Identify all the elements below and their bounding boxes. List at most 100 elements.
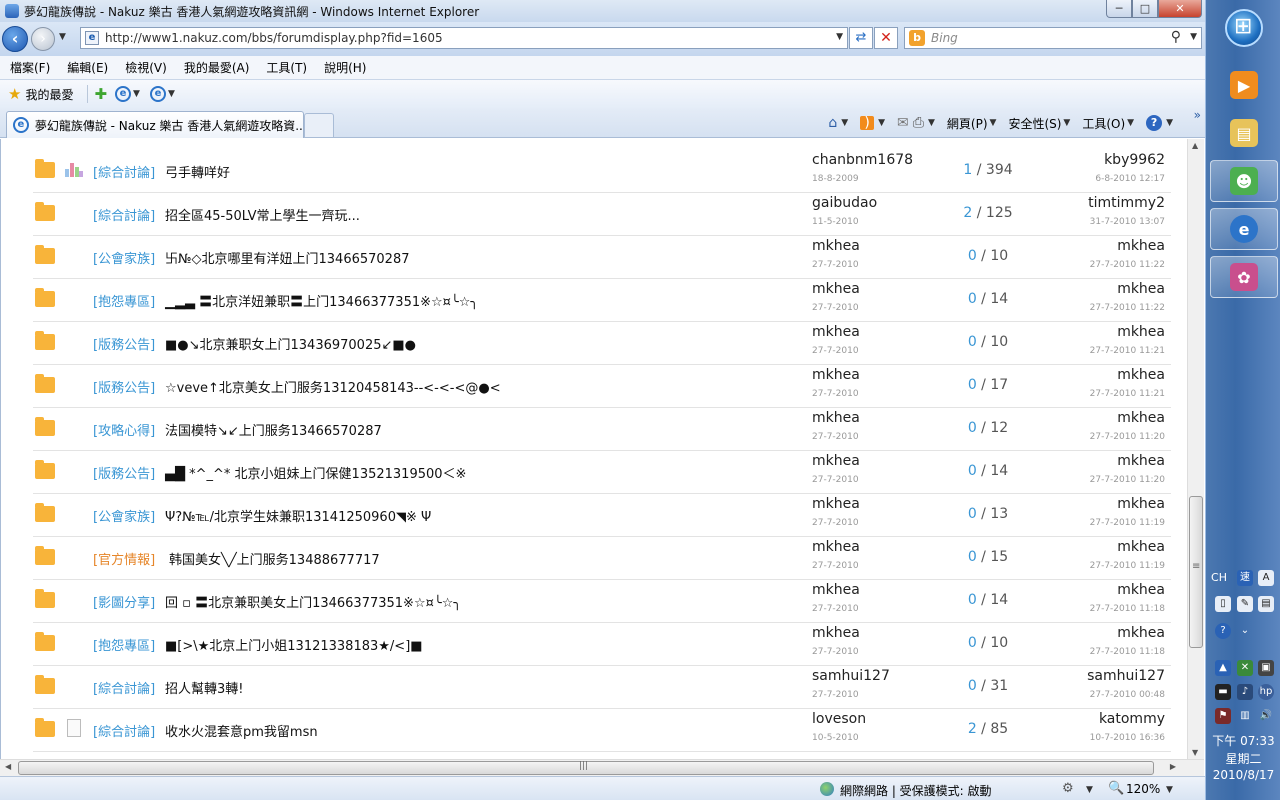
last-post-user-link[interactable]: mkhea xyxy=(1117,324,1165,340)
thread-row[interactable]: [公會家族] Ψ?№℡/北京学生妹兼职13141250960◥※ Ψ mkhea 27… xyxy=(33,494,1171,537)
thread-title-link[interactable]: 招人幫轉3轉! xyxy=(165,678,243,697)
more-commands-chevron-icon[interactable]: » xyxy=(1194,108,1201,122)
ime-toolbar-icon-1[interactable]: ▯ xyxy=(1215,596,1231,612)
menu-edit[interactable]: 編輯(E) xyxy=(67,59,108,76)
add-to-favorites-icon[interactable]: ✚ xyxy=(94,85,107,103)
ime-toolbar-icon-2[interactable]: ✎ xyxy=(1237,596,1253,612)
last-post-user-link[interactable]: mkhea xyxy=(1117,238,1165,254)
thread-category-link[interactable]: [綜合討論] xyxy=(93,205,155,224)
thread-title-link[interactable]: ▁▂▃ 〓北京洋妞兼职〓上门13466377351※☆¤╰☆╮ xyxy=(165,291,478,310)
last-post-date-link[interactable]: 27-7-2010 11:20 xyxy=(1090,432,1165,442)
thread-category-link[interactable]: [公會家族] xyxy=(93,248,155,267)
last-post-user-link[interactable]: mkhea xyxy=(1117,496,1165,512)
stop-button[interactable]: ✕ xyxy=(874,27,898,49)
last-post-date-link[interactable]: 27-7-2010 11:19 xyxy=(1090,518,1165,528)
last-post-date-link[interactable]: 27-7-2010 11:18 xyxy=(1090,647,1165,657)
scroll-up-arrow-icon[interactable]: ▲ xyxy=(1192,141,1198,150)
thread-row[interactable]: [版務公告] ■●↘北京兼职女上门13436970025↙■● mkhea 27-7-… xyxy=(33,322,1171,365)
thread-category-link[interactable]: [抱怨專區] xyxy=(93,635,155,654)
menu-tools[interactable]: 工具(T) xyxy=(266,59,307,76)
refresh-button[interactable]: ⇄ xyxy=(849,27,873,49)
search-input[interactable]: b Bing ⚲ ▼ xyxy=(904,27,1202,49)
taskbar-messenger-button[interactable]: ☻ xyxy=(1210,160,1278,202)
thread-title-link[interactable]: 法国模特↘↙上门服务13466570287 xyxy=(165,420,382,439)
thread-title-link[interactable]: 回 ▫ 〓北京兼职美女上门13466377351※☆¤╰☆╮ xyxy=(165,592,461,611)
favorites-star-icon[interactable]: ★ xyxy=(8,85,21,103)
taskbar-media-player-button[interactable]: ▶ xyxy=(1210,64,1278,106)
ime-help-icon[interactable]: ? xyxy=(1215,623,1231,639)
rss-feed-icon[interactable]: ) xyxy=(860,116,875,130)
last-post-date-link[interactable]: 10-7-2010 16:36 xyxy=(1090,733,1165,743)
scroll-right-arrow-icon[interactable]: ▶ xyxy=(1170,762,1176,771)
thread-author-link[interactable]: mkhea xyxy=(812,281,860,297)
last-post-date-link[interactable]: 31-7-2010 13:07 xyxy=(1090,217,1165,227)
thread-author-link[interactable]: mkhea xyxy=(812,496,860,512)
page-menu[interactable]: 網頁(P) xyxy=(947,115,988,132)
last-post-date-link[interactable]: 27-7-2010 11:19 xyxy=(1090,561,1165,571)
vertical-scrollbar[interactable]: ▲ ▼ xyxy=(1187,139,1204,759)
horizontal-scrollbar[interactable]: ◀ ▶ xyxy=(0,759,1204,776)
thread-title-link[interactable]: 收水火混套意pm我留msn xyxy=(165,721,318,740)
last-post-user-link[interactable]: mkhea xyxy=(1117,281,1165,297)
rss-dropdown-icon[interactable]: ▼ xyxy=(878,118,885,128)
thread-category-link[interactable]: [公會家族] xyxy=(93,506,155,525)
taskbar-game-button[interactable]: ✿ xyxy=(1210,256,1278,298)
print-dropdown-icon[interactable]: ▼ xyxy=(928,118,935,128)
thread-category-link[interactable]: [綜合討論] xyxy=(93,162,155,181)
ime-mode-icon[interactable]: A xyxy=(1258,570,1274,586)
thread-title-link[interactable]: ☆veve↑北京美女上门服务13120458143--<-<-<@●< xyxy=(165,377,501,396)
menu-favorites[interactable]: 我的最愛(A) xyxy=(184,59,250,76)
thread-title-link[interactable]: ■[>\★北京上门小姐13121338183★/<]■ xyxy=(165,635,423,654)
menu-help[interactable]: 說明(H) xyxy=(324,59,366,76)
thread-category-link[interactable]: [官方情報] xyxy=(93,549,155,568)
suggested-sites-icon[interactable]: e xyxy=(115,86,132,102)
last-post-user-link[interactable]: katommy xyxy=(1099,711,1165,727)
thread-category-link[interactable]: [版務公告] xyxy=(93,377,155,396)
clock-time[interactable]: 下午 07:33 xyxy=(1206,732,1280,749)
url-text[interactable]: http://www1.nakuz.com/bbs/forumdisplay.p… xyxy=(105,31,443,45)
home-dropdown-icon[interactable]: ▼ xyxy=(841,118,848,128)
horizontal-scroll-thumb[interactable] xyxy=(18,761,1154,775)
tray-icon-audio-manager[interactable]: ♪ xyxy=(1237,684,1253,700)
print-icon[interactable]: ⎙ xyxy=(913,115,924,131)
zoom-magnifier-icon[interactable]: 🔍 xyxy=(1108,781,1124,796)
thread-author-link[interactable]: samhui127 xyxy=(812,668,890,684)
title-bar[interactable]: 夢幻龍族傳說 - Nakuz 樂古 香港人氣網遊攻略資訊網 - Windows … xyxy=(0,0,1205,22)
last-post-user-link[interactable]: mkhea xyxy=(1117,453,1165,469)
thread-title-link[interactable]: ■●↘北京兼职女上门13436970025↙■● xyxy=(165,334,416,353)
thread-row[interactable]: [綜合討論] 弓手轉咩好 chanbnm1678 18-8-2009 1 / 394 kb… xyxy=(33,150,1171,193)
new-tab-button[interactable] xyxy=(304,113,334,137)
scroll-down-arrow-icon[interactable]: ▼ xyxy=(1192,748,1198,757)
last-post-date-link[interactable]: 27-7-2010 00:48 xyxy=(1090,690,1165,700)
thread-title-link[interactable]: ▄█ *^_^* 北京小姐妹上门保健13521319500＜※ xyxy=(165,463,466,482)
clock-weekday[interactable]: 星期二 xyxy=(1206,750,1280,767)
menu-file[interactable]: 檔案(F) xyxy=(10,59,50,76)
thread-row[interactable]: [攻略心得] 法国模特↘↙上门服务13466570287 mkhea 27-7-201… xyxy=(33,408,1171,451)
protected-mode-icon[interactable]: ⚙ xyxy=(1062,781,1074,796)
mail-icon[interactable]: ✉ xyxy=(897,115,909,131)
tab-current[interactable]: e 夢幻龍族傳說 - Nakuz 樂古 香港人氣網遊攻略資... xyxy=(6,111,304,138)
tray-icon-security[interactable]: ⚑ xyxy=(1215,708,1231,724)
thread-category-link[interactable]: [抱怨專區] xyxy=(93,291,155,310)
help-dropdown-icon[interactable]: ▼ xyxy=(1166,118,1173,128)
web-slice-dropdown-icon[interactable]: ▼ xyxy=(168,89,175,99)
thread-category-link[interactable]: [版務公告] xyxy=(93,463,155,482)
thread-author-link[interactable]: mkhea xyxy=(812,625,860,641)
security-zone-text[interactable]: 網際網路 | 受保護模式: 啟動 xyxy=(840,782,992,799)
thread-category-link[interactable]: [攻略心得] xyxy=(93,420,155,439)
thread-row[interactable]: [抱怨專區] ■[>\★北京上门小姐13121338183★/<]■ mkhea 27… xyxy=(33,623,1171,666)
back-button[interactable]: ‹ xyxy=(2,26,28,52)
tools-menu-dropdown-icon[interactable]: ▼ xyxy=(1127,118,1134,128)
suggested-sites-dropdown-icon[interactable]: ▼ xyxy=(133,89,140,99)
thread-row[interactable]: [綜合討論] 收水火混套意pm我留msn loveson 10-5-2010 2 / 8… xyxy=(33,709,1171,752)
thread-row[interactable]: [公會家族] 卐№◇北京哪里有洋妞上门13466570287 mkhea 27-7-2… xyxy=(33,236,1171,279)
thread-title-link[interactable]: 韩国美女╲╱上门服务13488677717 xyxy=(169,549,380,568)
thread-author-link[interactable]: mkhea xyxy=(812,539,860,555)
zoom-level[interactable]: 120% xyxy=(1126,782,1160,796)
last-post-date-link[interactable]: 27-7-2010 11:21 xyxy=(1090,346,1165,356)
thread-author-link[interactable]: mkhea xyxy=(812,238,860,254)
last-post-date-link[interactable]: 27-7-2010 11:22 xyxy=(1090,260,1165,270)
minimize-button[interactable]: ─ xyxy=(1106,0,1132,18)
menu-view[interactable]: 檢視(V) xyxy=(125,59,167,76)
forward-button[interactable]: › xyxy=(31,27,55,51)
